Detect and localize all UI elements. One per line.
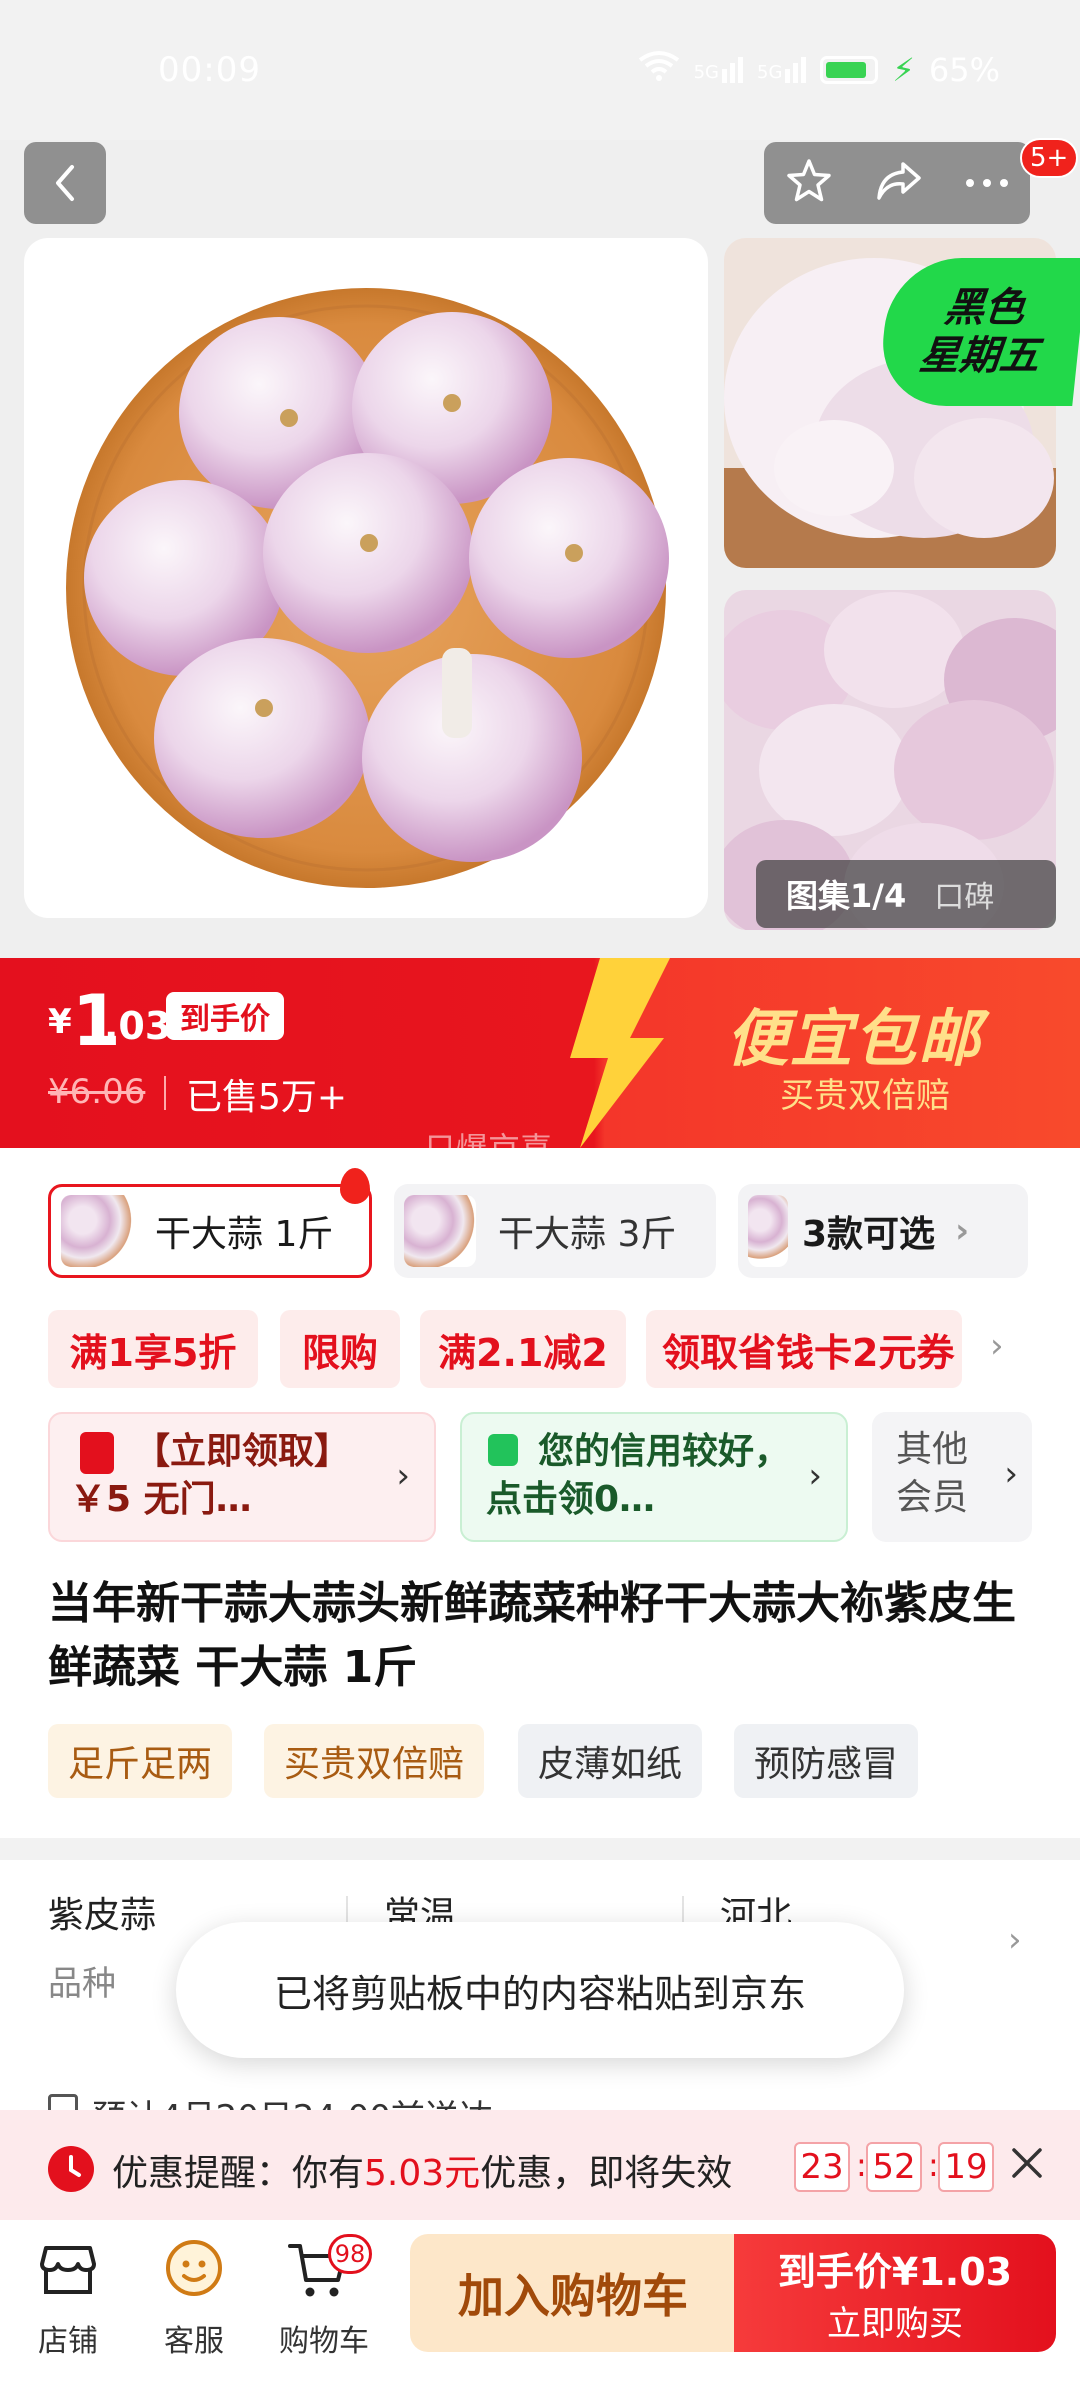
- feature-tag: 买贵双倍赔: [264, 1724, 485, 1798]
- chevron-right-icon: ›: [808, 1456, 822, 1496]
- customer-service-button[interactable]: [162, 2236, 226, 2304]
- more-button[interactable]: [964, 174, 1010, 193]
- attr-label: 品种: [48, 1964, 116, 2004]
- sku-more-options[interactable]: 3款可选 ›: [738, 1184, 1028, 1278]
- chevron-right-icon: ›: [396, 1456, 410, 1496]
- top-actions-group: [764, 142, 1030, 224]
- share-button[interactable]: [873, 158, 925, 208]
- coupon-tag[interactable]: 领取省钱卡2元券: [646, 1310, 962, 1388]
- lightning-icon: [570, 958, 670, 1148]
- original-price: ¥6.06: [48, 1072, 146, 1112]
- promo-subline: 买贵双倍赔: [780, 1076, 950, 1116]
- final-price-tag: 到手价: [166, 992, 284, 1040]
- reminder-text: 优惠提醒：你有5.03元优惠，即将失效: [112, 2153, 733, 2194]
- coupon-tag[interactable]: 满1享5折: [48, 1310, 258, 1388]
- shop-icon: [40, 2246, 96, 2294]
- sku-label: 3款可选: [802, 1214, 936, 1255]
- black-friday-badge: 黑色 星期五: [876, 258, 1080, 406]
- sku-thumbnail: [404, 1195, 476, 1267]
- main-product-image[interactable]: [24, 238, 708, 918]
- close-button[interactable]: [1010, 2146, 1044, 2184]
- nav-label-shop: 店铺: [38, 2324, 98, 2359]
- sku-label: 干大蒜 1斤: [155, 1214, 334, 1255]
- back-button[interactable]: [24, 142, 106, 224]
- reviews-link[interactable]: 口碑: [934, 872, 994, 916]
- countdown-minutes: 52: [866, 2142, 922, 2192]
- channel-watermark: 只爆京喜: [424, 1130, 553, 1168]
- benefit-card-credit[interactable]: 您的信用较好，点击领0… ›: [460, 1412, 848, 1542]
- shop-button[interactable]: [36, 2236, 100, 2304]
- chevron-right-icon: ›: [1004, 1454, 1018, 1494]
- sku-thumbnail: [748, 1195, 788, 1267]
- benefit-card-text: 您的信用较好，点击领0…: [486, 1431, 791, 1520]
- coupon-tag[interactable]: 满2.1减2: [420, 1310, 626, 1388]
- promo-headline: 便宜包邮: [726, 1002, 983, 1075]
- battery-percent: 65%: [928, 51, 1000, 89]
- hot-flame-icon: [340, 1168, 370, 1204]
- share-icon: [877, 162, 921, 200]
- benefit-card-coupon[interactable]: 【立即领取】￥5 无门… ›: [48, 1412, 436, 1542]
- clipboard-toast: 已将剪贴板中的内容粘贴到京东: [176, 1922, 904, 2058]
- buy-label: 立即购买: [827, 2304, 963, 2344]
- wifi-icon: [638, 50, 680, 90]
- more-dots-icon: [966, 178, 1009, 187]
- attr-value: 紫皮蒜: [48, 1895, 157, 1936]
- chevron-right-icon: ›: [955, 1211, 970, 1251]
- clock-icon: [48, 2146, 94, 2192]
- sku-option-2[interactable]: 干大蒜 3斤: [394, 1184, 716, 1278]
- battery-icon: [820, 56, 879, 84]
- sku-option-1[interactable]: 干大蒜 1斤: [48, 1184, 372, 1278]
- sku-label: 干大蒜 3斤: [498, 1214, 677, 1255]
- add-to-cart-button[interactable]: 加入购物车: [410, 2234, 736, 2352]
- sku-thumbnail: [61, 1195, 133, 1267]
- service-icon: [166, 2240, 222, 2296]
- product-title: 当年新干蒜大蒜头新鲜蔬菜种籽干大蒜大袮紫皮生鲜蔬菜 干大蒜 1斤: [48, 1578, 1016, 1693]
- garlic-plate-illustration: [66, 288, 669, 888]
- sold-count: 已售5万+: [186, 1077, 348, 1118]
- feature-tag: 预防感冒: [734, 1724, 919, 1798]
- message-badge: 5+: [1020, 138, 1079, 178]
- price-decimal: .03: [104, 1004, 172, 1048]
- buy-price: 到手价¥1.03: [777, 2250, 1013, 2294]
- benefit-card-members[interactable]: 其他会员 ›: [872, 1412, 1032, 1542]
- chevron-right-icon[interactable]: ›: [1008, 1920, 1022, 1960]
- buy-now-button[interactable]: 到手价¥1.03 立即购买: [734, 2234, 1056, 2352]
- charging-icon: ⚡: [892, 51, 915, 89]
- nav-label-cart: 购物车: [279, 2324, 369, 2359]
- price-currency: ¥: [48, 1002, 72, 1042]
- chevron-left-icon: [56, 165, 74, 201]
- nav-label-service: 客服: [164, 2324, 224, 2359]
- signal-icon-2: 5G: [757, 57, 807, 83]
- countdown-seconds: 19: [938, 2142, 994, 2192]
- cart-count-badge: 98: [328, 2234, 372, 2274]
- status-time: 00:09: [158, 50, 261, 90]
- feature-tag: 足斤足两: [48, 1724, 233, 1798]
- favorite-button[interactable]: [784, 156, 834, 210]
- close-icon: [1012, 2148, 1042, 2178]
- coupon-tag[interactable]: 限购: [280, 1310, 400, 1388]
- countdown-hours: 23: [794, 2142, 850, 2192]
- status-icons: 5G 5G ⚡ 65%: [638, 50, 1000, 90]
- divider: [164, 1076, 166, 1110]
- chevron-right-icon[interactable]: ›: [990, 1326, 1004, 1366]
- gallery-counter-text: 图集1/4: [786, 877, 907, 915]
- gallery-counter[interactable]: 图集1/4 口碑: [756, 860, 1056, 928]
- benefit-card-text: 其他会员: [896, 1429, 969, 1518]
- star-icon: [786, 159, 831, 202]
- benefit-card-text: 【立即领取】￥5 无门…: [70, 1431, 351, 1520]
- signal-icon: 5G: [694, 57, 743, 83]
- feature-tag: 皮薄如纸: [518, 1724, 703, 1798]
